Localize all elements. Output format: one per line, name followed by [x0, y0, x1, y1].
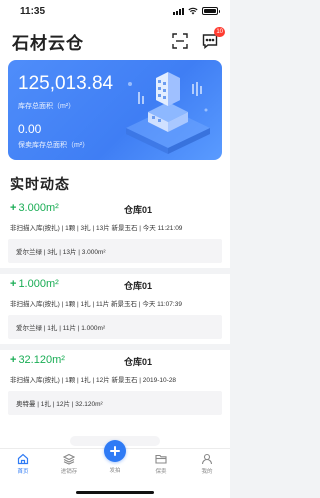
- status-bar: 11:35: [0, 0, 230, 22]
- total-area-label: 库存总面积（m²）: [18, 103, 76, 110]
- home-icon: [17, 453, 29, 465]
- plus-icon: +: [10, 202, 17, 214]
- status-icons: [173, 7, 220, 15]
- user-icon: [201, 453, 213, 465]
- scan-button[interactable]: [172, 33, 188, 49]
- record-area: +32.120m²: [10, 354, 65, 366]
- tab-mine-label: 我的: [201, 469, 213, 475]
- inventory-summary-card[interactable]: 125,013.84 库存总面积（m²） 0.00 保卖库存总面积（m²）: [8, 60, 222, 160]
- reserved-area-label: 保卖库存总面积（m²）: [18, 142, 90, 149]
- tab-publish-label: 发拍: [109, 468, 121, 474]
- record-item-summary: 奥特曼 | 1扎 | 12片 | 32.120m²: [8, 391, 222, 415]
- divider: [0, 268, 230, 274]
- record-detail: 非扫描入库(按扎) | 1颗 | 3扎 | 13片 新景玉石 | 今天 11:2…: [10, 225, 183, 232]
- signal-icon: [173, 7, 184, 15]
- record-area: +3.000m²: [10, 202, 59, 214]
- home-indicator: [76, 491, 154, 494]
- record-area-value: 3.000m²: [18, 202, 59, 214]
- tab-home[interactable]: 首页: [3, 453, 43, 498]
- plus-icon: +: [10, 354, 17, 366]
- tab-inventory-label: 进销存: [60, 469, 78, 475]
- tab-home-label: 首页: [17, 469, 29, 475]
- activity-record[interactable]: +3.000m² 仓库01 非扫描入库(按扎) | 1颗 | 3扎 | 13片 …: [0, 202, 230, 268]
- app-header: 石材云仓 10: [0, 22, 230, 60]
- record-warehouse: 仓库01: [124, 357, 153, 367]
- notification-badge: 10: [214, 27, 225, 37]
- record-area-value: 32.120m²: [18, 354, 65, 366]
- tab-mine[interactable]: 我的: [187, 453, 227, 498]
- scan-icon: [172, 33, 188, 49]
- folder-icon: [155, 454, 167, 464]
- divider: [0, 344, 230, 350]
- plus-icon: +: [10, 278, 17, 290]
- plus-icon: [110, 446, 120, 456]
- section-title-realtime: 实时动态: [10, 176, 70, 192]
- record-item-summary: 爱尔兰绿 | 1扎 | 11片 | 1.000m²: [8, 315, 222, 339]
- layers-icon: [63, 453, 75, 465]
- publish-button[interactable]: [104, 440, 126, 462]
- record-detail: 非扫描入库(按扎) | 1颗 | 1扎 | 11片 新景玉石 | 今天 11:0…: [10, 301, 182, 308]
- record-area: +1.000m²: [10, 278, 59, 290]
- record-item-summary: 爱尔兰绿 | 3扎 | 13片 | 3.000m²: [8, 239, 222, 263]
- messages-button[interactable]: 10: [202, 27, 225, 49]
- tab-reserve-label: 保卖: [155, 469, 167, 475]
- activity-record[interactable]: +32.120m² 仓库01 非扫描入库(按扎) | 1颗 | 1扎 | 12片…: [0, 354, 230, 420]
- total-area-value: 125,013.84: [18, 73, 114, 94]
- reserved-area-value: 0.00: [18, 122, 42, 136]
- record-warehouse: 仓库01: [124, 281, 153, 291]
- main-content[interactable]: 125,013.84 库存总面积（m²） 0.00 保卖库存总面积（m²） 实时…: [0, 60, 230, 448]
- battery-icon: [202, 7, 220, 15]
- activity-record[interactable]: +1.000m² 仓库01 非扫描入库(按扎) | 1颗 | 1扎 | 11片 …: [0, 278, 230, 344]
- status-time: 11:35: [20, 5, 46, 17]
- warehouse-illustration: [126, 72, 210, 154]
- record-area-value: 1.000m²: [18, 278, 59, 290]
- record-detail: 非扫描入库(按扎) | 1颗 | 1扎 | 12片 新景玉石 | 2019-10…: [10, 377, 177, 384]
- record-warehouse: 仓库01: [124, 205, 153, 215]
- wifi-icon: [188, 7, 198, 15]
- app-title: 石材云仓: [12, 33, 84, 53]
